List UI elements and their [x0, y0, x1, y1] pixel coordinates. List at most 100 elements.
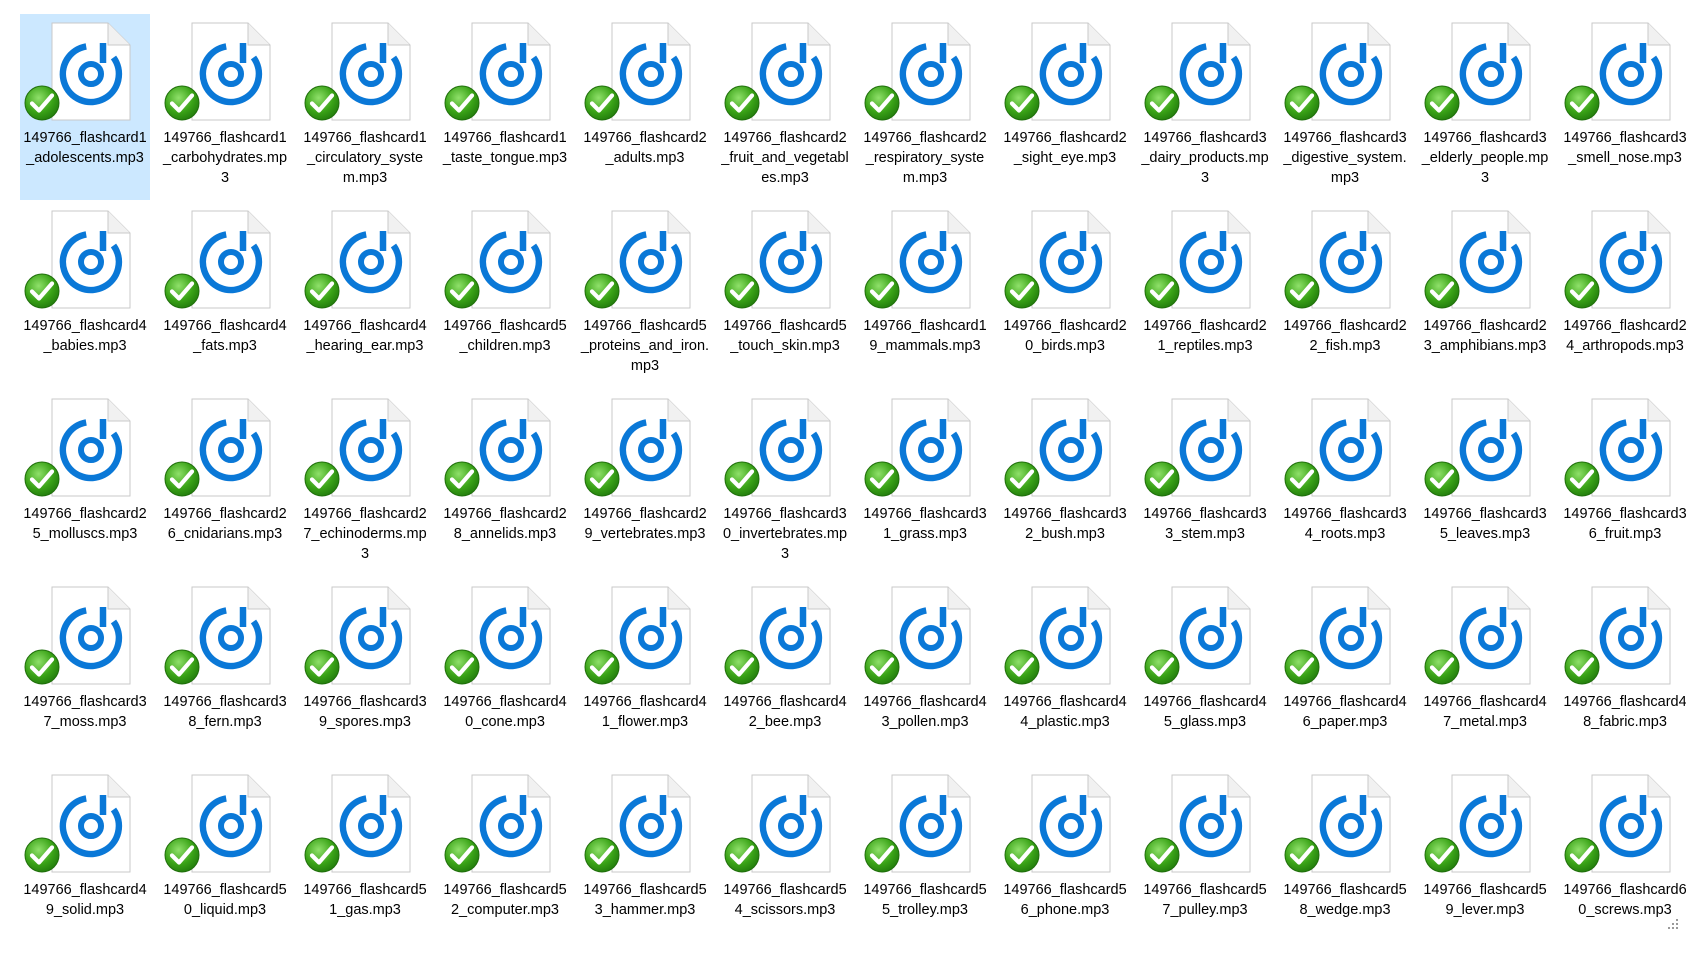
file-item[interactable]: 149766_flashcard38_fern.mp3: [160, 578, 300, 766]
audio-file-icon[interactable]: [1004, 398, 1114, 498]
file-item[interactable]: 149766_flashcard2_adults.mp3: [580, 14, 720, 202]
file-item[interactable]: 149766_flashcard50_liquid.mp3: [160, 766, 300, 954]
audio-file-icon[interactable]: [864, 22, 974, 122]
audio-file-icon[interactable]: [1004, 774, 1114, 874]
audio-file-icon[interactable]: [1004, 586, 1114, 686]
audio-file-icon[interactable]: [304, 22, 414, 122]
audio-file-icon[interactable]: [1284, 22, 1394, 122]
audio-file-icon[interactable]: [1004, 210, 1114, 310]
audio-file-icon[interactable]: [1004, 22, 1114, 122]
file-item[interactable]: 149766_flashcard57_pulley.mp3: [1140, 766, 1280, 954]
file-item[interactable]: 149766_flashcard3_elderly_people.mp3: [1420, 14, 1560, 202]
audio-file-icon[interactable]: [1284, 398, 1394, 498]
file-item[interactable]: 149766_flashcard51_gas.mp3: [300, 766, 440, 954]
file-item[interactable]: 149766_flashcard59_lever.mp3: [1420, 766, 1560, 954]
audio-file-icon[interactable]: [304, 774, 414, 874]
file-item[interactable]: 149766_flashcard5_touch_skin.mp3: [720, 202, 860, 390]
file-item[interactable]: 149766_flashcard49_solid.mp3: [20, 766, 160, 954]
audio-file-icon[interactable]: [584, 586, 694, 686]
audio-file-icon[interactable]: [1564, 586, 1674, 686]
file-item[interactable]: 149766_flashcard1_taste_tongue.mp3: [440, 14, 580, 202]
audio-file-icon[interactable]: [1424, 774, 1534, 874]
file-item[interactable]: 149766_flashcard28_annelids.mp3: [440, 390, 580, 578]
audio-file-icon[interactable]: [164, 210, 274, 310]
file-item[interactable]: 149766_flashcard5_proteins_and_iron.mp3: [580, 202, 720, 390]
audio-file-icon[interactable]: [1144, 774, 1254, 874]
file-item[interactable]: 149766_flashcard44_plastic.mp3: [1000, 578, 1140, 766]
file-item[interactable]: 149766_flashcard34_roots.mp3: [1280, 390, 1420, 578]
audio-file-icon[interactable]: [24, 586, 134, 686]
file-item[interactable]: 149766_flashcard27_echinoderms.mp3: [300, 390, 440, 578]
audio-file-icon[interactable]: [1424, 586, 1534, 686]
file-item[interactable]: 149766_flashcard52_computer.mp3: [440, 766, 580, 954]
file-item[interactable]: 149766_flashcard33_stem.mp3: [1140, 390, 1280, 578]
audio-file-icon[interactable]: [1564, 22, 1674, 122]
file-item[interactable]: 149766_flashcard29_vertebrates.mp3: [580, 390, 720, 578]
audio-file-icon[interactable]: [444, 22, 554, 122]
file-item[interactable]: 149766_flashcard1_adolescents.mp3: [20, 14, 160, 202]
file-item[interactable]: 149766_flashcard58_wedge.mp3: [1280, 766, 1420, 954]
file-item[interactable]: 149766_flashcard39_spores.mp3: [300, 578, 440, 766]
audio-file-icon[interactable]: [1424, 210, 1534, 310]
audio-file-icon[interactable]: [1284, 586, 1394, 686]
file-item[interactable]: 149766_flashcard24_arthropods.mp3: [1560, 202, 1686, 390]
audio-file-icon[interactable]: [1564, 210, 1674, 310]
audio-file-icon[interactable]: [1564, 398, 1674, 498]
audio-file-icon[interactable]: [1284, 774, 1394, 874]
file-item[interactable]: 149766_flashcard36_fruit.mp3: [1560, 390, 1686, 578]
file-item[interactable]: 149766_flashcard2_sight_eye.mp3: [1000, 14, 1140, 202]
file-item[interactable]: 149766_flashcard37_moss.mp3: [20, 578, 160, 766]
audio-file-icon[interactable]: [1284, 210, 1394, 310]
audio-file-icon[interactable]: [1424, 22, 1534, 122]
audio-file-icon[interactable]: [584, 210, 694, 310]
file-item[interactable]: 149766_flashcard30_invertebrates.mp3: [720, 390, 860, 578]
file-item[interactable]: 149766_flashcard32_bush.mp3: [1000, 390, 1140, 578]
file-item[interactable]: 149766_flashcard2_respiratory_system.mp3: [860, 14, 1000, 202]
audio-file-icon[interactable]: [24, 22, 134, 122]
audio-file-icon[interactable]: [24, 210, 134, 310]
file-item[interactable]: 149766_flashcard26_cnidarians.mp3: [160, 390, 300, 578]
file-item[interactable]: 149766_flashcard3_smell_nose.mp3: [1560, 14, 1686, 202]
audio-file-icon[interactable]: [724, 22, 834, 122]
audio-file-icon[interactable]: [164, 398, 274, 498]
audio-file-icon[interactable]: [304, 586, 414, 686]
audio-file-icon[interactable]: [1144, 22, 1254, 122]
file-item[interactable]: 149766_flashcard53_hammer.mp3: [580, 766, 720, 954]
audio-file-icon[interactable]: [24, 774, 134, 874]
audio-file-icon[interactable]: [1564, 774, 1674, 874]
audio-file-icon[interactable]: [164, 774, 274, 874]
audio-file-icon[interactable]: [1144, 398, 1254, 498]
file-item[interactable]: 149766_flashcard4_hearing_ear.mp3: [300, 202, 440, 390]
audio-file-icon[interactable]: [864, 774, 974, 874]
audio-file-icon[interactable]: [724, 586, 834, 686]
file-item[interactable]: 149766_flashcard20_birds.mp3: [1000, 202, 1140, 390]
file-item[interactable]: 149766_flashcard1_circulatory_system.mp3: [300, 14, 440, 202]
file-item[interactable]: 149766_flashcard3_digestive_system.mp3: [1280, 14, 1420, 202]
file-item[interactable]: 149766_flashcard22_fish.mp3: [1280, 202, 1420, 390]
file-item[interactable]: 149766_flashcard41_flower.mp3: [580, 578, 720, 766]
audio-file-icon[interactable]: [304, 398, 414, 498]
file-item[interactable]: 149766_flashcard21_reptiles.mp3: [1140, 202, 1280, 390]
file-item[interactable]: 149766_flashcard2_fruit_and_vegetables.m…: [720, 14, 860, 202]
audio-file-icon[interactable]: [164, 586, 274, 686]
file-item[interactable]: 149766_flashcard23_amphibians.mp3: [1420, 202, 1560, 390]
file-item[interactable]: 149766_flashcard56_phone.mp3: [1000, 766, 1140, 954]
audio-file-icon[interactable]: [724, 210, 834, 310]
file-item[interactable]: 149766_flashcard45_glass.mp3: [1140, 578, 1280, 766]
audio-file-icon[interactable]: [584, 774, 694, 874]
audio-file-icon[interactable]: [584, 22, 694, 122]
audio-file-icon[interactable]: [864, 586, 974, 686]
audio-file-icon[interactable]: [444, 586, 554, 686]
audio-file-icon[interactable]: [724, 774, 834, 874]
file-item[interactable]: 149766_flashcard4_babies.mp3: [20, 202, 160, 390]
file-item[interactable]: 149766_flashcard55_trolley.mp3: [860, 766, 1000, 954]
file-item[interactable]: 149766_flashcard4_fats.mp3: [160, 202, 300, 390]
file-item[interactable]: 149766_flashcard54_scissors.mp3: [720, 766, 860, 954]
audio-file-icon[interactable]: [444, 774, 554, 874]
audio-file-icon[interactable]: [1144, 210, 1254, 310]
audio-file-icon[interactable]: [444, 398, 554, 498]
file-item[interactable]: 149766_flashcard3_dairy_products.mp3: [1140, 14, 1280, 202]
file-item[interactable]: 149766_flashcard35_leaves.mp3: [1420, 390, 1560, 578]
audio-file-icon[interactable]: [1144, 586, 1254, 686]
file-item[interactable]: 149766_flashcard46_paper.mp3: [1280, 578, 1420, 766]
